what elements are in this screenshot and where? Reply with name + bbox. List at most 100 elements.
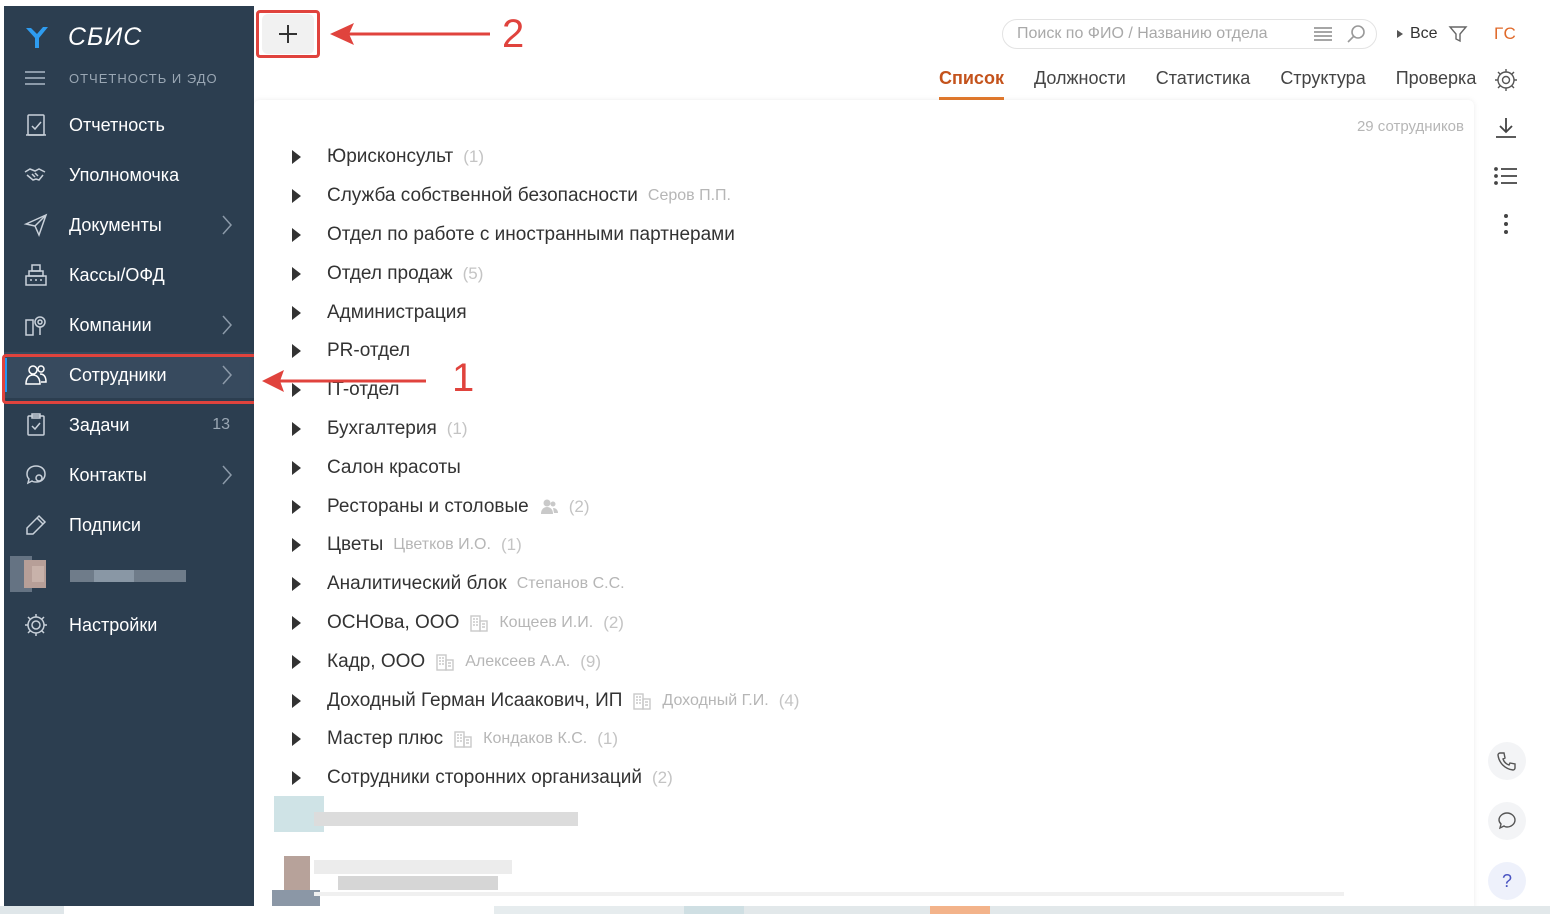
funnel-icon[interactable] xyxy=(1448,24,1468,44)
expand-arrow-icon[interactable] xyxy=(290,266,302,282)
help-button[interactable]: ? xyxy=(1488,862,1526,900)
building-icon xyxy=(470,615,489,632)
sidebar-subtitle[interactable]: ОТЧЕТНОСТЬ И ЭДО xyxy=(24,68,218,88)
sidebar-item-signatures[interactable]: Подписи xyxy=(4,502,254,548)
sidebar-item-settings[interactable]: Настройки xyxy=(4,602,254,648)
tasks-icon xyxy=(27,413,45,436)
filter-all[interactable]: Все xyxy=(1396,22,1468,46)
list-view-button[interactable] xyxy=(1490,160,1522,192)
department-name: Доходный Герман Исаакович, ИП xyxy=(327,689,623,711)
people-icon xyxy=(540,499,558,514)
search-input[interactable] xyxy=(1017,25,1297,43)
blurred-sidebar-item[interactable] xyxy=(10,556,186,592)
expand-arrow-icon[interactable] xyxy=(290,576,302,592)
department-name-group: Салон красоты xyxy=(327,457,461,479)
sidebar-item-tasks[interactable]: Задачи 13 xyxy=(4,402,254,448)
callout-box-employees xyxy=(2,354,258,404)
department-name-group: Юрисконсульт (1) xyxy=(327,146,484,168)
expand-arrow-icon[interactable] xyxy=(290,305,302,321)
department-row[interactable]: Служба собственной безопасности Серов П.П… xyxy=(254,177,1354,216)
department-row[interactable]: Отдел продаж (5) xyxy=(254,254,1354,293)
expand-arrow-icon[interactable] xyxy=(290,693,302,709)
list-icon xyxy=(1494,167,1517,185)
sidebar-item-cash-registers[interactable]: Кассы/ОФД xyxy=(4,252,254,298)
department-row[interactable]: Администрация xyxy=(254,293,1354,332)
tab-structure[interactable]: Структура xyxy=(1280,68,1365,98)
department-count: (1) xyxy=(500,535,522,555)
triangle-right-icon xyxy=(1397,30,1403,38)
search-icon[interactable] xyxy=(1345,23,1367,45)
expand-arrow-icon[interactable] xyxy=(290,537,302,553)
department-row[interactable]: Рестораны и столовые (2) xyxy=(254,487,1354,526)
hamburger-menu-icon[interactable] xyxy=(24,70,46,86)
more-button[interactable] xyxy=(1490,208,1522,240)
department-row[interactable]: Юрисконсульт (1) xyxy=(254,138,1354,177)
department-row[interactable]: Бухгалтерия (1) xyxy=(254,410,1354,449)
department-row[interactable]: Аналитический блок Степанов С.С. xyxy=(254,565,1354,604)
bottom-strip xyxy=(0,906,1550,914)
expand-arrow-icon[interactable] xyxy=(290,227,302,243)
sidebar-subtitle-text: ОТЧЕТНОСТЬ И ЭДО xyxy=(69,70,218,86)
department-name: ОСНОва, ООО xyxy=(327,611,460,633)
sidebar-item-documents[interactable]: Документы xyxy=(4,202,254,248)
sidebar: СБИС ОТЧЕТНОСТЬ И ЭДО Отчетность Уполном… xyxy=(4,6,254,908)
download-button[interactable] xyxy=(1490,112,1522,144)
tab-statistics[interactable]: Статистика xyxy=(1156,68,1251,98)
expand-arrow-icon[interactable] xyxy=(290,460,302,476)
sidebar-item-label: Контакты xyxy=(69,464,147,485)
expand-arrow-icon[interactable] xyxy=(290,731,302,747)
department-name-group: Служба собственной безопасности Серов П.П… xyxy=(327,185,731,207)
sidebar-item-companies[interactable]: Компании xyxy=(4,302,254,348)
department-count: (1) xyxy=(463,147,485,167)
callout-box-add xyxy=(256,10,320,58)
building-icon xyxy=(454,731,472,749)
department-count: (9) xyxy=(580,651,602,671)
department-name: Отдел по работе с иностранными партнерам… xyxy=(327,223,735,245)
building-icon xyxy=(633,692,652,710)
department-count: (5) xyxy=(462,263,484,283)
call-button[interactable] xyxy=(1488,742,1526,780)
sidebar-item-label: Компании xyxy=(69,314,152,335)
expand-arrow-icon[interactable] xyxy=(290,615,302,631)
brand[interactable]: СБИС xyxy=(24,22,142,52)
expand-arrow-icon[interactable] xyxy=(290,654,302,670)
department-row[interactable]: Мастер плюс Кондаков К.С. (1) xyxy=(254,720,1354,759)
tab-positions[interactable]: Должности xyxy=(1034,68,1126,98)
department-row[interactable]: Салон красоты xyxy=(254,448,1354,487)
tab-list[interactable]: Список xyxy=(939,68,1004,100)
department-row[interactable]: Отдел по работе с иностранными партнерам… xyxy=(254,216,1354,255)
department-list-panel: 29 сотрудников Юрисконсульт (1) Служба соб… xyxy=(254,100,1474,908)
user-avatar[interactable]: ГС xyxy=(1494,24,1517,44)
sidebar-item-label: Подписи xyxy=(69,514,141,535)
settings-button[interactable] xyxy=(1490,64,1522,96)
sidebar-item-authority[interactable]: Уполномочка xyxy=(4,152,254,198)
department-name: Мастер плюс xyxy=(327,728,444,750)
expand-arrow-icon[interactable] xyxy=(290,149,302,165)
sbis-logo-icon xyxy=(26,27,48,48)
department-row[interactable]: Сотрудники сторонних организаций (2) xyxy=(254,759,1354,798)
department-row[interactable]: Кадр, ООО Алексеев А.А. (9) xyxy=(254,642,1354,681)
chat-bubble-icon xyxy=(1498,812,1516,830)
expand-arrow-icon[interactable] xyxy=(290,421,302,437)
list-filter-icon[interactable] xyxy=(1313,26,1333,42)
chat-button[interactable] xyxy=(1488,802,1526,840)
sidebar-item-contacts[interactable]: Контакты xyxy=(4,452,254,498)
search-field[interactable] xyxy=(1002,19,1377,49)
department-row[interactable]: Доходный Герман Исаакович, ИП Доходный Г.… xyxy=(254,681,1354,720)
department-row[interactable]: ОСНОва, ООО Кощеев И.И. (2) xyxy=(254,604,1354,643)
expand-arrow-icon[interactable] xyxy=(290,770,302,786)
department-count: (2) xyxy=(603,612,624,632)
tab-check[interactable]: Проверка xyxy=(1396,68,1477,98)
chevron-right-icon xyxy=(222,215,233,235)
expand-arrow-icon[interactable] xyxy=(290,188,302,204)
report-icon xyxy=(26,114,46,136)
sidebar-item-reporting[interactable]: Отчетность xyxy=(4,102,254,148)
annotation-arrow-1 xyxy=(262,370,426,392)
brand-name: СБИС xyxy=(68,22,143,51)
expand-arrow-icon[interactable] xyxy=(290,499,302,515)
department-row[interactable]: Цветы Цветков И.О. (1) xyxy=(254,526,1354,565)
department-name: Рестораны и столовые xyxy=(327,495,529,517)
blurred-text xyxy=(314,812,578,826)
department-manager: Цветков И.О. xyxy=(393,536,491,554)
department-name-group: ОСНОва, ООО Кощеев И.И. (2) xyxy=(327,612,624,634)
